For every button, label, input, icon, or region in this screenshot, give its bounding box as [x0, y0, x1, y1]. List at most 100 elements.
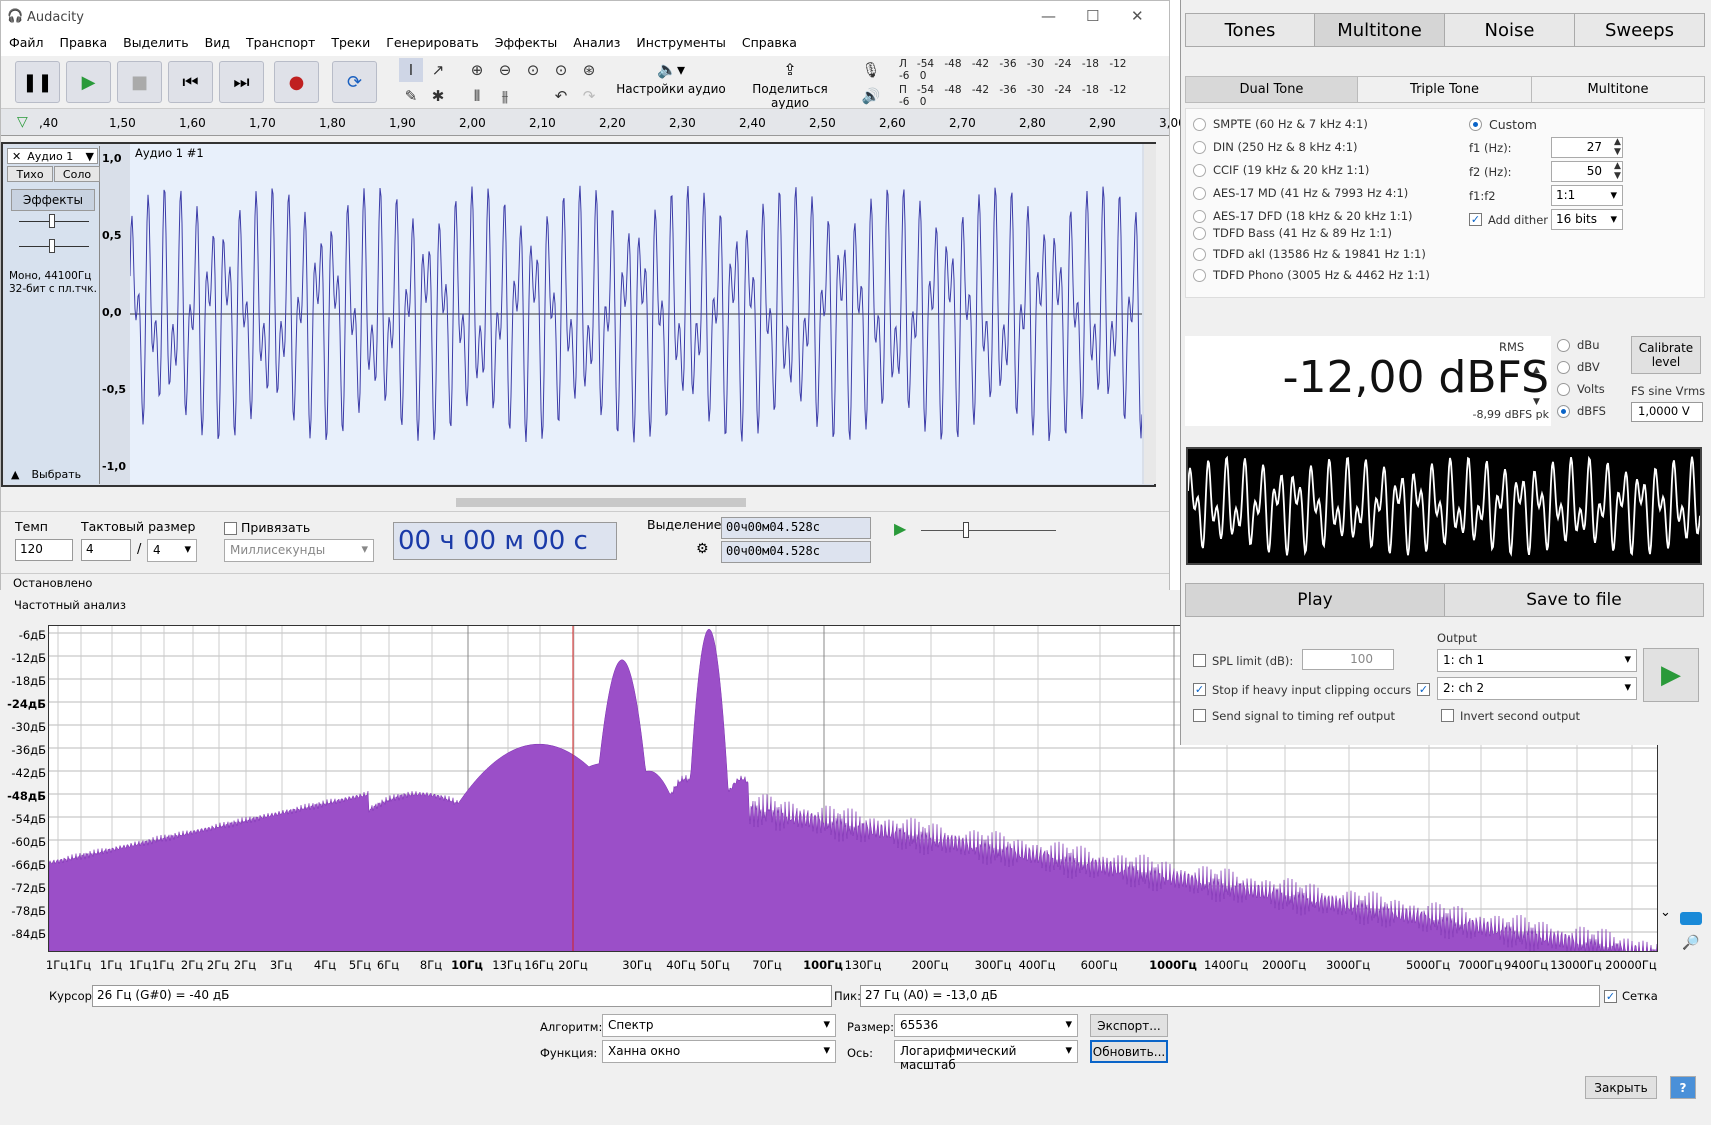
playback-meter[interactable]: П -54 -48 -42 -36 -30 -24 -18 -12 -6 0 [899, 84, 1139, 108]
menu-select[interactable]: Выделить [115, 34, 197, 52]
trim-icon[interactable]: ⫴ [465, 84, 489, 108]
axis-select[interactable]: Логарифмический масштаб [894, 1040, 1078, 1072]
vertical-scrollbar[interactable] [1144, 144, 1156, 484]
dither-checkbox[interactable]: ✓ [1469, 213, 1482, 226]
algorithm-select[interactable]: Спектр [602, 1014, 836, 1037]
skip-end-button[interactable]: ⏭ [219, 61, 264, 103]
silence-icon[interactable]: ⫵ [493, 84, 517, 108]
output-1-select[interactable]: 1: ch 1 [1437, 649, 1637, 672]
save-to-file-button[interactable]: Save to file [1444, 583, 1704, 617]
subtab-multitone[interactable]: Multitone [1531, 76, 1705, 103]
preset-radio[interactable] [1193, 164, 1206, 177]
bits-select[interactable]: 16 bits [1551, 209, 1623, 230]
invert-checkbox[interactable] [1441, 709, 1454, 722]
stop-clip-checkbox[interactable]: ✓ [1193, 683, 1206, 696]
close-button[interactable]: Закрыть [1585, 1076, 1657, 1099]
gain-slider-thumb[interactable] [49, 214, 55, 228]
microphone-icon[interactable]: 🎙 [859, 58, 883, 82]
gear-icon[interactable]: ⚙ [696, 541, 709, 557]
menu-transport[interactable]: Транспорт [238, 34, 323, 52]
menu-view[interactable]: Вид [197, 34, 238, 52]
snap-unit-select[interactable]: Миллисекунды [224, 539, 374, 562]
f2-spinner-icon[interactable]: ▲ ▼ [1614, 161, 1621, 181]
snap-checkbox[interactable] [224, 522, 237, 535]
waveform[interactable] [130, 144, 1142, 484]
selection-end[interactable]: 00ч00м04.528с [721, 541, 871, 563]
play-signal-button[interactable]: Play [1185, 583, 1445, 617]
minimize-icon[interactable]: — [1041, 7, 1056, 25]
selection-tool-icon[interactable]: I [399, 58, 423, 82]
zoom-icon[interactable]: 🔎 [1682, 935, 1699, 951]
stop-button[interactable]: ■ [117, 61, 162, 103]
track-close-icon[interactable]: ✕ [12, 150, 21, 163]
output-2-checkbox[interactable]: ✓ [1417, 683, 1430, 696]
speed-slider-thumb[interactable] [963, 522, 969, 538]
track-name-menu[interactable]: ✕ Аудио 1 ▼ [7, 148, 98, 164]
refresh-button[interactable]: Обновить... [1090, 1040, 1168, 1063]
f1-input[interactable]: 27 [1551, 137, 1623, 158]
spl-limit-checkbox[interactable] [1193, 654, 1206, 667]
timeline-ruler[interactable]: ▽ ,40 1,50 1,60 1,70 1,80 1,90 2,00 2,10 2,20 2,3… [1, 109, 1186, 136]
close-icon[interactable]: ✕ [1131, 7, 1144, 25]
draw-tool-icon[interactable]: ✎ [399, 84, 423, 108]
multi-tool-icon[interactable]: ✱ [426, 84, 450, 108]
skip-start-button[interactable]: ⏮ [168, 61, 213, 103]
preset-radio[interactable] [1193, 269, 1206, 282]
horizontal-scroll-thumb[interactable] [456, 498, 746, 507]
selection-start[interactable]: 00ч00м04.528с [721, 517, 871, 539]
grid-checkbox[interactable]: ✓ [1604, 990, 1617, 1003]
envelope-tool-icon[interactable]: ↗ [426, 58, 450, 82]
unit-radio[interactable] [1557, 339, 1570, 352]
select-track-button[interactable]: ▲ Выбрать [7, 466, 98, 482]
preset-radio[interactable] [1193, 227, 1206, 240]
menu-analyze[interactable]: Анализ [565, 34, 628, 52]
f1-spinner-icon[interactable]: ▲ ▼ [1614, 137, 1621, 157]
custom-radio[interactable] [1469, 118, 1482, 131]
share-audio-button[interactable]: ⇪ Поделиться аудио [734, 56, 846, 110]
tempo-input[interactable]: 120 [15, 539, 73, 561]
fs-input[interactable]: 1,0000 V [1631, 402, 1703, 422]
time-display[interactable]: 00 ч 00 м 00 с [393, 522, 617, 560]
menu-help[interactable]: Справка [734, 34, 805, 52]
zoom-toggle-icon[interactable]: ⊛ [577, 58, 601, 82]
unit-radio[interactable] [1557, 405, 1570, 418]
time-signature-numerator[interactable]: 4 [81, 539, 131, 561]
ratio-select[interactable]: 1:1 [1551, 185, 1623, 206]
timing-ref-checkbox[interactable] [1193, 709, 1206, 722]
f2-input[interactable]: 50 [1551, 161, 1623, 182]
unit-radio[interactable] [1557, 361, 1570, 374]
zoom-out-icon[interactable]: ⊖ [493, 58, 517, 82]
subtab-triple-tone[interactable]: Triple Tone [1357, 76, 1532, 103]
loop-button[interactable]: ⟳ [332, 61, 377, 103]
zoom-in-icon[interactable]: ⊕ [465, 58, 489, 82]
scroll-down-icon[interactable]: ⌄ [1660, 905, 1671, 920]
tab-sweeps[interactable]: Sweeps [1574, 13, 1705, 47]
fit-selection-icon[interactable]: ⊙ [521, 58, 545, 82]
fit-project-icon[interactable]: ⊙ [549, 58, 573, 82]
record-meter[interactable]: Л -54 -48 -42 -36 -30 -24 -18 -12 -6 0 [899, 58, 1139, 82]
calibrate-button[interactable]: Calibrate level [1631, 336, 1701, 374]
solo-button[interactable]: Соло [54, 166, 100, 182]
mute-button[interactable]: Тихо [7, 166, 53, 182]
speed-slider[interactable] [921, 530, 1056, 531]
horizontal-scrollbar[interactable] [1, 495, 1169, 510]
collapse-icon[interactable]: ▲ [11, 468, 19, 481]
clip-title[interactable]: Аудио 1 #1 [135, 146, 204, 160]
play-button[interactable]: ▶ [66, 61, 111, 103]
subtab-dual-tone[interactable]: Dual Tone [1185, 76, 1358, 103]
level-spinner-icon[interactable]: ▲ ▼ [1533, 354, 1540, 418]
preset-radio[interactable] [1193, 248, 1206, 261]
help-button[interactable]: ? [1670, 1076, 1696, 1099]
export-button[interactable]: Экспорт... [1090, 1014, 1168, 1037]
output-2-select[interactable]: 2: ch 2 [1437, 677, 1637, 700]
spl-limit-input[interactable]: 100 [1302, 649, 1394, 670]
menu-tracks[interactable]: Треки [323, 34, 378, 52]
preset-radio[interactable] [1193, 210, 1206, 223]
menu-tools[interactable]: Инструменты [628, 34, 733, 52]
play-head-icon[interactable]: ▽ [17, 114, 28, 130]
tab-noise[interactable]: Noise [1444, 13, 1575, 47]
menu-file[interactable]: Файл [1, 34, 52, 52]
maximize-icon[interactable]: ☐ [1086, 7, 1099, 25]
audio-settings-button[interactable]: 🔈▾ Настройки аудио [616, 56, 726, 106]
preset-radio[interactable] [1193, 187, 1206, 200]
